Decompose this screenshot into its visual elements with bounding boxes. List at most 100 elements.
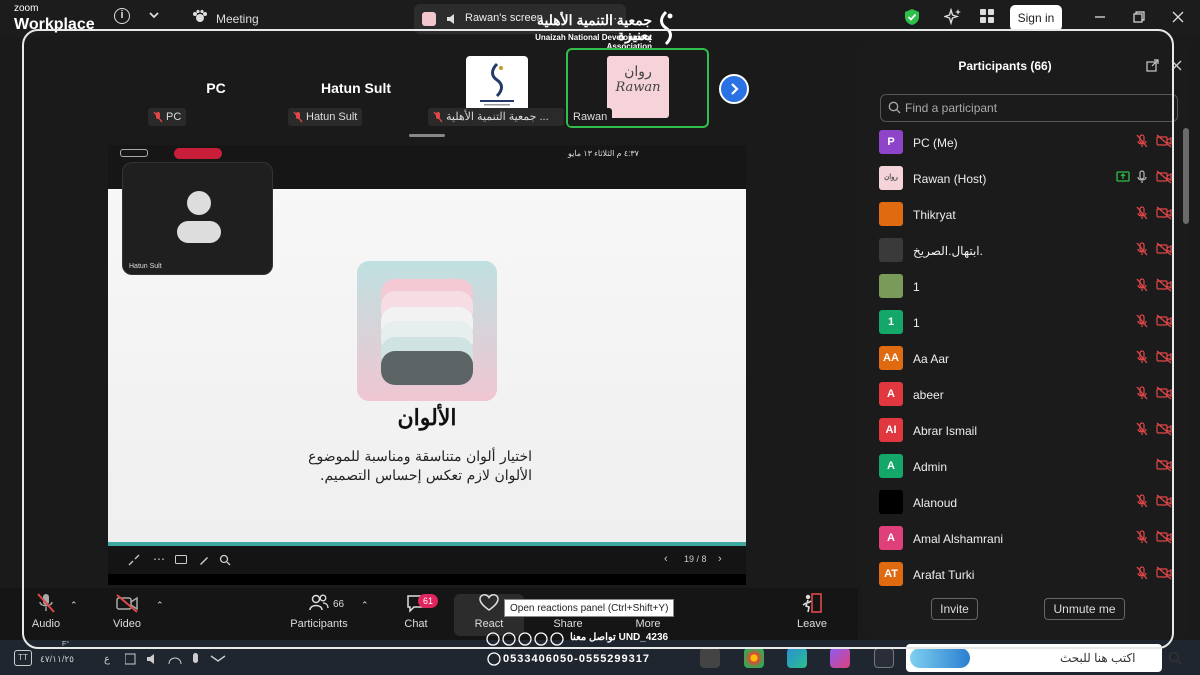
contact-line: تواصل معنا UND_4236 — [570, 632, 669, 643]
participant-name: abeer — [913, 388, 944, 402]
invite-button[interactable]: Invite — [931, 598, 978, 620]
participant-row[interactable]: 11 — [870, 304, 1176, 340]
speaker-icon — [446, 13, 458, 25]
video-off-icon — [1156, 386, 1172, 400]
copilot-icon[interactable] — [830, 648, 850, 668]
zoom-logo-text: zoom — [14, 3, 39, 14]
participant-name: PC (Me) — [913, 136, 958, 150]
taskbar-language[interactable]: ع — [104, 654, 110, 665]
weather-temp: F°‎ — [62, 641, 70, 648]
unmute-me-button[interactable]: Unmute me — [1044, 598, 1125, 620]
search-highlight-icon — [910, 648, 970, 668]
participant-row[interactable]: ابتهال.الصريخ. — [870, 232, 1176, 268]
participants-caret-icon[interactable]: ⌃ — [361, 600, 369, 611]
share-label: Share — [553, 618, 583, 630]
slide-title: الألوان — [397, 405, 457, 431]
apps-grid-icon[interactable] — [979, 8, 995, 24]
participant-avatar: P — [879, 130, 903, 154]
mic-muted-icon — [153, 111, 163, 123]
mic-muted-icon — [1136, 242, 1148, 256]
gallery-drag-handle[interactable] — [409, 134, 445, 137]
mic-muted-icon — [1136, 530, 1148, 544]
participant-avatar — [879, 274, 903, 298]
pen-icon[interactable] — [198, 554, 210, 566]
tile-tag-pc: PC — [148, 108, 187, 126]
self-view-pip[interactable]: Hatun Sult — [122, 162, 273, 275]
participants-button[interactable]: Participants — [284, 592, 354, 630]
tile-tag-hatun: Hatun Sult — [288, 108, 363, 126]
taskbar-date: ٤٧/١١/٢٥ — [40, 654, 75, 664]
participant-row[interactable]: AI Abrar Ismail — [870, 412, 1176, 448]
task-view-icon[interactable] — [874, 648, 894, 668]
pop-out-icon[interactable] — [1146, 59, 1159, 72]
participant-name: Amal Alshamrani — [913, 532, 1004, 546]
close-panel-icon[interactable] — [1171, 60, 1182, 71]
participant-avatar: AA — [879, 346, 903, 370]
social-icons — [486, 632, 566, 646]
participant-row[interactable]: 1 — [870, 268, 1176, 304]
participant-avatar: AI — [879, 418, 903, 442]
participant-name: Arafat Turki — [913, 568, 975, 582]
ime-icon[interactable]: TT — [14, 650, 32, 666]
ai-companion-icon[interactable] — [944, 8, 962, 26]
audio-button[interactable]: Audio — [11, 592, 81, 630]
participant-avatar — [879, 490, 903, 514]
rawan-avatar-mini — [422, 12, 436, 26]
leave-button[interactable]: Leave — [777, 592, 847, 630]
restore-icon[interactable] — [1133, 11, 1145, 23]
chevron-down-icon[interactable] — [148, 8, 160, 24]
close-icon[interactable] — [1172, 11, 1184, 23]
participant-row[interactable]: روان Rawan (Host) — [870, 160, 1176, 196]
minimize-icon[interactable] — [1094, 11, 1106, 23]
participant-row[interactable]: P PC (Me) — [870, 124, 1176, 160]
chrome-icon[interactable] — [744, 648, 764, 668]
pip-name: Hatun Sult — [129, 263, 162, 270]
participant-row[interactable]: Alanoud — [870, 484, 1176, 520]
meeting-icon — [192, 9, 208, 25]
system-tray-icons[interactable] — [125, 652, 235, 666]
zoom-icon[interactable] — [219, 554, 231, 566]
video-off-icon — [1156, 170, 1172, 184]
collapse-icon[interactable] — [128, 554, 140, 566]
participant-row[interactable]: AA Aa Aar — [870, 340, 1176, 376]
video-caret-icon[interactable]: ⌃ — [156, 600, 164, 611]
video-off-icon — [1156, 278, 1172, 292]
more-label: More — [635, 618, 661, 630]
more-options-icon[interactable]: ⋯ — [153, 552, 165, 566]
taskbar-app-icon[interactable] — [700, 648, 720, 668]
participant-name: 1 — [913, 316, 920, 330]
participant-avatar: A — [879, 382, 903, 406]
tile-name: PC — [206, 80, 226, 96]
video-label: Video — [113, 618, 141, 630]
shield-icon[interactable] — [904, 8, 920, 26]
audio-caret-icon[interactable]: ⌃ — [70, 600, 78, 611]
participant-row[interactable]: AT Arafat Turki — [870, 556, 1176, 592]
mic-muted-icon — [1136, 134, 1148, 148]
mic-muted-icon — [433, 111, 443, 123]
participant-name: Alanoud — [913, 496, 958, 510]
video-off-icon — [115, 592, 139, 614]
slide-body: اختيار ألوان متناسقة ومناسبة للموضوع الأ… — [300, 448, 532, 486]
chat-button[interactable]: Chat — [381, 592, 451, 630]
edge-icon[interactable] — [787, 648, 807, 668]
panel-scrollbar[interactable] — [1183, 128, 1189, 224]
participants-title: Participants (66) — [958, 59, 1052, 73]
phone-time: ٤:٣٧ م الثلاثاء ١٣ مايو — [568, 149, 639, 158]
keyboard-icon[interactable] — [175, 555, 187, 564]
participant-row[interactable]: A Admin — [870, 448, 1176, 484]
mic-muted-icon — [1136, 386, 1148, 400]
participant-row[interactable]: Thikryat — [870, 196, 1176, 232]
next-slide-button[interactable]: › — [718, 553, 722, 565]
participant-row[interactable]: Aabeer — [870, 376, 1176, 412]
info-icon[interactable]: i — [114, 8, 130, 24]
video-off-icon — [1156, 530, 1172, 544]
gallery-next-button[interactable] — [719, 74, 749, 104]
slide-line-2: الألوان لازم تعكس إحساس التصميم. — [320, 468, 532, 484]
react-label: React — [474, 618, 504, 630]
prev-slide-button[interactable]: ‹ — [664, 553, 668, 565]
participant-row[interactable]: A Amal Alshamrani — [870, 520, 1176, 556]
meeting-label[interactable]: Meeting — [216, 12, 259, 26]
video-button[interactable]: Video — [92, 592, 162, 630]
sign-in-button[interactable]: Sign in — [1010, 5, 1062, 31]
participants-label: Participants — [290, 618, 348, 630]
